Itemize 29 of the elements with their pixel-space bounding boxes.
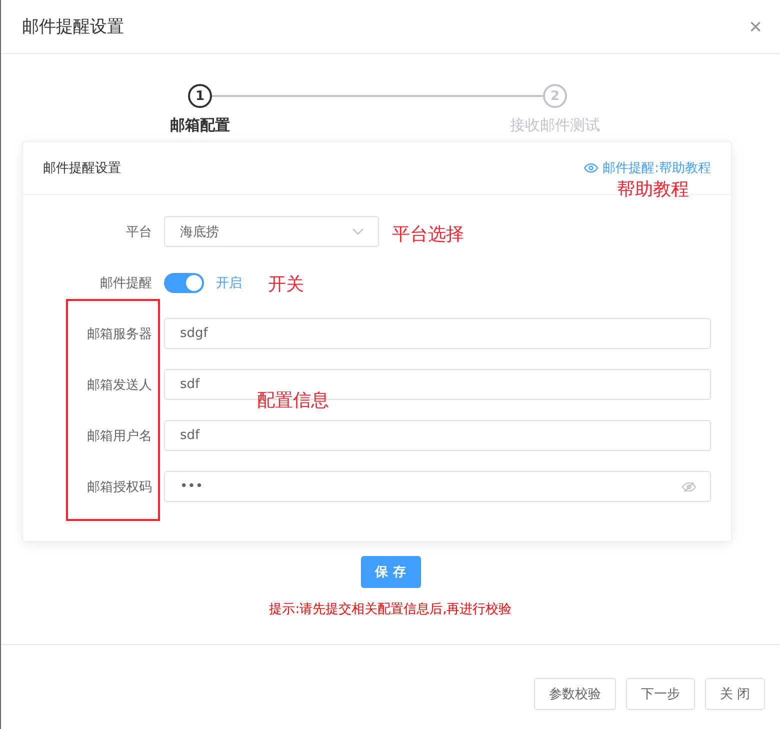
toggle-switch[interactable] [164, 272, 204, 292]
close-button[interactable]: × [749, 16, 762, 38]
step-label: 接收邮件测试 [510, 116, 600, 135]
switch-state-text: 开启 [216, 274, 242, 292]
field-label: 邮箱服务器 [86, 326, 152, 342]
input-field[interactable]: sdf [164, 420, 711, 451]
step-label: 邮箱配置 [170, 116, 230, 135]
annotation-text: 帮助教程 [617, 178, 689, 201]
platform-select[interactable]: 海底捞 [164, 216, 379, 247]
field-label: 邮箱发送人 [86, 376, 152, 394]
password-field[interactable]: ••• [164, 471, 711, 502]
chevron-down-icon [352, 228, 364, 236]
field-label: 邮箱用户名 [86, 428, 152, 444]
footer-button[interactable]: 参数校验 [534, 678, 616, 710]
eye-icon [584, 161, 598, 175]
step-number: 1 [188, 84, 212, 108]
field-label: 邮箱授权码 [86, 478, 152, 496]
annotation-text: 平台选择 [392, 223, 464, 246]
footer-button[interactable]: 关 闭 [704, 678, 765, 710]
field-label: 邮件提醒 [99, 274, 152, 292]
hint-text: 提示:请先提交相关配置信息后,再进行校验 [269, 601, 512, 618]
input-field[interactable]: sdgf [164, 318, 711, 349]
field-label: 平台 [125, 224, 152, 240]
annotation-text: 开关 [268, 273, 304, 296]
eye-slash-icon[interactable] [682, 480, 696, 494]
step-number: 2 [543, 84, 567, 108]
dialog-title: 邮件提醒设置 [22, 16, 124, 38]
card-title: 邮件提醒设置 [43, 160, 121, 177]
footer-button[interactable]: 下一步 [626, 678, 695, 710]
